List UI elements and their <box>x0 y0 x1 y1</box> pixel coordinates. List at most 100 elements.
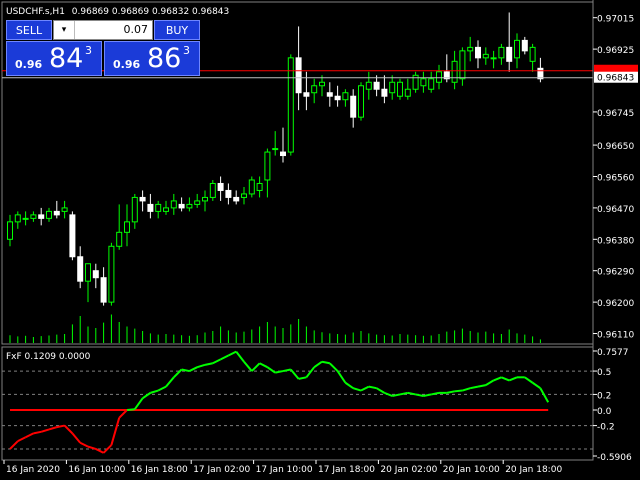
indicator-main-line-segment <box>321 360 330 365</box>
indicator-main-line-segment <box>508 376 518 382</box>
indicator-main-line-segment <box>376 387 385 394</box>
candle-body <box>77 256 84 282</box>
indicator-main-line-segment <box>40 428 50 433</box>
candle-body <box>475 46 481 59</box>
candle-body <box>319 81 325 87</box>
candle-body <box>326 92 333 97</box>
candle-body <box>225 189 232 198</box>
indicator-main-line-segment <box>25 432 34 439</box>
time-tick-label: 17 Jan 18:00 <box>318 465 375 475</box>
indicator-main-line-segment <box>63 424 74 435</box>
candle-body <box>358 85 364 118</box>
candle-body <box>186 203 193 209</box>
buy-button[interactable]: BUY <box>154 20 200 40</box>
indicator-main-line-segment <box>251 362 261 372</box>
candle-body <box>248 179 255 195</box>
candle-body <box>30 214 37 219</box>
indicator-main-line-segment <box>275 370 284 374</box>
indicator-main-line-segment <box>33 430 42 435</box>
candle-body <box>233 196 240 202</box>
candle-body <box>194 200 201 205</box>
one-click-trading-panel: SELL ▾ 0.07 BUY 0.96 84 3 0.96 86 3 <box>6 20 200 76</box>
candle-body <box>155 203 162 212</box>
indicator-main-line-segment <box>485 379 495 386</box>
indicator-main-line-segment <box>110 417 121 446</box>
price-tick-label: 0.96200 <box>597 299 634 309</box>
candle-body <box>373 81 380 90</box>
indicator-main-line-segment <box>501 376 510 382</box>
indicator-main-line-segment <box>336 370 347 384</box>
buy-price-pips: 86 <box>147 43 182 74</box>
indicator-main-line-segment <box>133 397 144 410</box>
candle-body <box>381 88 388 97</box>
indicator-main-line-segment <box>352 387 362 392</box>
indicator-main-line-segment <box>298 376 307 380</box>
candle-body <box>498 46 505 59</box>
candle-body <box>280 151 286 157</box>
indicator-main-line-segment <box>71 432 81 444</box>
candle-body <box>506 46 513 62</box>
price-tick-label: 0.96290 <box>597 268 634 278</box>
price-tick-label: 0.96745 <box>597 109 634 119</box>
sell-price-button[interactable]: 0.96 84 3 <box>6 41 102 76</box>
candle-body <box>389 81 396 94</box>
candle-body <box>209 182 216 198</box>
sell-button[interactable]: SELL <box>6 20 52 40</box>
candle-body <box>459 50 466 80</box>
indicator-main-line-segment <box>266 366 276 374</box>
candle-body <box>85 263 91 282</box>
indicator-main-line-segment <box>165 376 175 388</box>
time-tick-label: 20 Jan 10:00 <box>443 465 500 475</box>
price-tick-label: 0.97015 <box>597 15 634 25</box>
indicator-main-line-segment <box>212 358 222 365</box>
candle-body <box>334 95 341 101</box>
indicator-main-line-segment <box>79 441 89 448</box>
candle-body <box>404 88 411 97</box>
candle-body <box>521 39 528 52</box>
indicator-main-line-segment <box>313 360 323 368</box>
chevron-down-icon[interactable]: ▾ <box>54 21 75 39</box>
indicator-main-line-segment <box>150 389 159 394</box>
candle-body <box>61 207 68 212</box>
candle-body <box>451 60 458 83</box>
candle-body <box>46 210 52 219</box>
candle-body <box>264 151 271 181</box>
candle-body <box>22 217 29 220</box>
price-tick-label: 0.96650 <box>597 142 634 152</box>
candle-body <box>116 231 123 247</box>
candle-body <box>241 193 247 198</box>
candle-body <box>139 196 146 202</box>
candle-body <box>217 182 224 191</box>
indicator-main-line-segment <box>220 354 229 361</box>
candle-body <box>69 214 76 258</box>
lot-size-field[interactable]: ▾ 0.07 <box>53 20 153 40</box>
indicator-panel-frame <box>1 346 594 461</box>
indicator-main-line-segment <box>126 408 135 412</box>
candle-body <box>147 203 154 212</box>
indicator-main-line-segment <box>243 361 253 372</box>
lot-size-value[interactable]: 0.07 <box>124 21 149 39</box>
time-tick-label: 16 Jan 18:00 <box>131 465 188 475</box>
candle-body <box>256 182 263 191</box>
indicator-main-line-segment <box>407 391 416 396</box>
time-tick-label: 20 Jan 18:00 <box>505 465 562 475</box>
indicator-tick-label: 0.0 <box>597 407 612 417</box>
bid-price-tag-label: 0.96843 <box>597 74 634 84</box>
candle-body <box>365 81 372 90</box>
buy-price-fraction: 3 <box>183 44 190 57</box>
indicator-tick-label: 0.7577 <box>597 348 629 358</box>
indicator-main-line-segment <box>329 362 339 372</box>
candle-body <box>467 46 474 52</box>
symbol-label: USDCHF.s,H1 <box>6 7 65 17</box>
price-tick-label: 0.96925 <box>597 46 634 56</box>
candle-body <box>124 221 130 233</box>
price-tick-label: 0.96470 <box>597 205 634 215</box>
buy-price-button[interactable]: 0.96 86 3 <box>104 41 200 76</box>
indicator-main-line-segment <box>462 387 471 392</box>
candle-body <box>53 210 60 216</box>
indicator-main-line-segment <box>344 381 354 390</box>
candle-body <box>397 81 403 97</box>
candle-body <box>311 85 318 94</box>
candle-body <box>7 221 13 240</box>
candle-body <box>92 270 99 279</box>
